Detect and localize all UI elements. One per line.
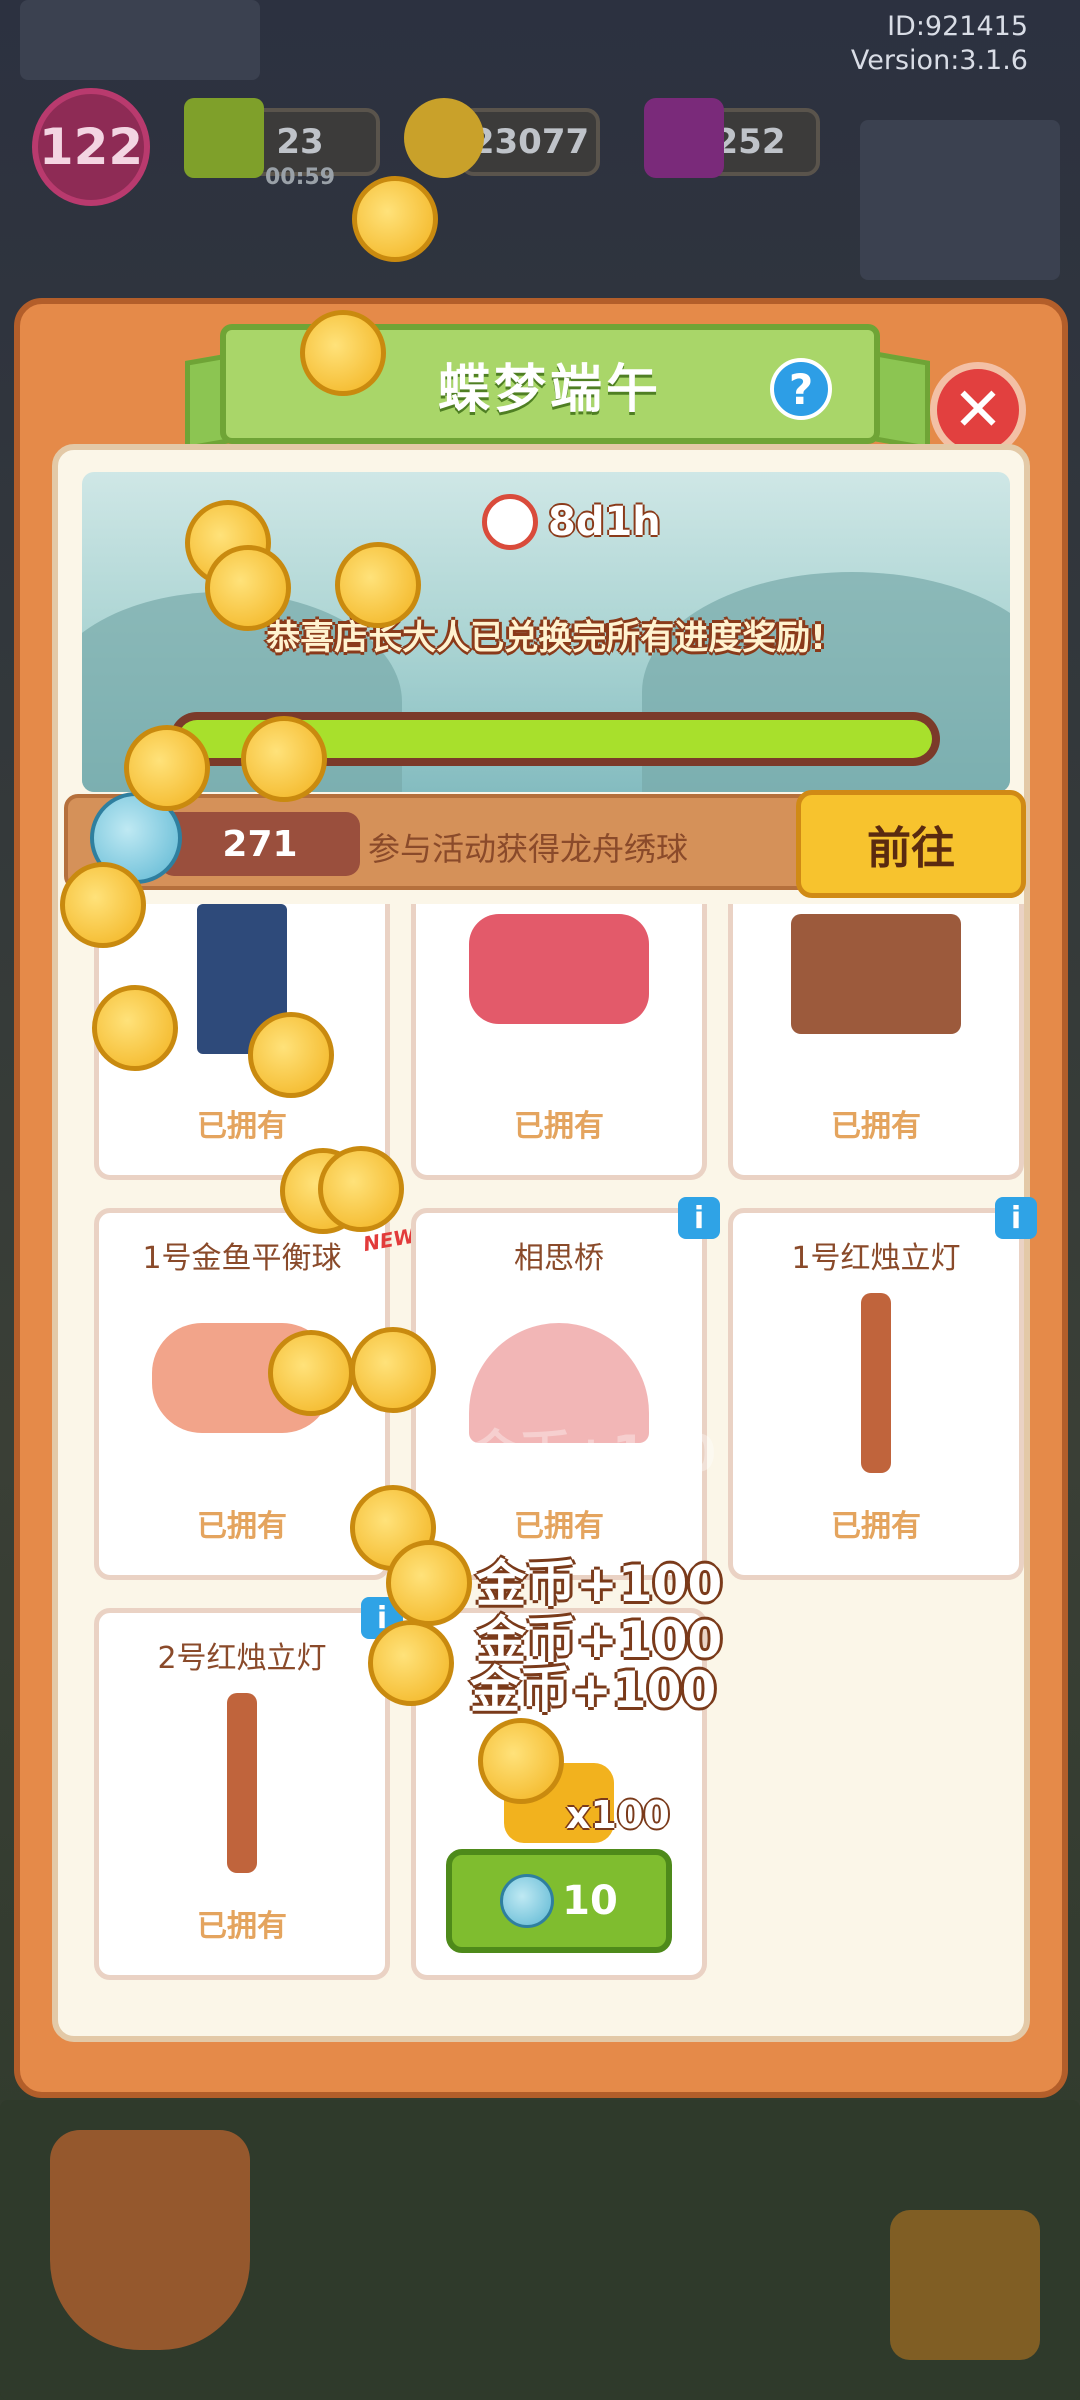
energy-timer: 00:59 [264,165,336,190]
coin-value: 23077 [470,122,590,162]
coin-icon [124,725,210,811]
buy-button[interactable]: 10 [446,1849,672,1953]
version: Version:3.1.6 [850,45,1028,76]
owned-label: 已拥有 [197,1509,287,1544]
coin-icon [478,1718,564,1804]
currency-hint: 参与活动获得龙舟绣球 [368,830,689,868]
coin-gain-text: 金币+100 [470,1661,717,1719]
energy-boost-button[interactable] [50,2130,250,2350]
owned-label: 已拥有 [197,1909,287,1944]
gem-icon [644,98,724,178]
coin-icon [268,1330,354,1416]
coin-icon [248,1012,334,1098]
coin-icon [205,545,291,631]
item-name: 2号红烛立灯 [157,1641,327,1676]
chat-button[interactable] [890,2210,1040,2360]
energy-counter[interactable]: 23 00:59 [184,98,380,190]
ball-count: 271 [160,812,360,876]
owned-label: 已拥有 [514,1509,604,1544]
coin-icon [318,1146,404,1232]
info-icon[interactable]: i [995,1197,1037,1239]
item-name: 1号红烛立灯 [791,1241,961,1276]
info-icon[interactable]: i [678,1197,720,1239]
reward-card[interactable]: 已拥有 [411,904,707,1180]
coin-icon [300,310,386,396]
event-timer: 8d1h [482,494,671,550]
coin-icon [368,1620,454,1706]
reward-card[interactable]: 相思桥 i 已拥有 [411,1197,720,1580]
coin-icon [241,716,327,802]
owned-label: 已拥有 [197,1109,287,1144]
item-name: 相思桥 [514,1241,604,1276]
coin-icon [335,542,421,628]
coin-amount: x100 [566,1793,670,1837]
currency-bar: 271 参与活动获得龙舟绣球 前往 [64,790,1026,898]
energy-value: 23 [276,122,324,162]
dragon-boat-art [469,914,649,1024]
coin-icon [386,1540,472,1626]
owned-label: 已拥有 [831,1509,921,1544]
coin-icon [404,98,484,178]
candle-lamp-art [227,1693,257,1873]
coin-icon [352,176,438,262]
build-info: ID:921415 Version:3.1.6 [851,10,1028,78]
resource-hud: 122 23 00:59 23077 252 [20,88,1060,206]
coin-gain-text: 金币+100 [470,1425,717,1483]
gem-counter[interactable]: 252 [644,98,820,178]
reward-card[interactable]: 2号红烛立灯 i 已拥有 [94,1597,403,1980]
coin-counter[interactable]: 23077 [404,98,600,178]
item-name: 1号金鱼平衡球 [142,1241,342,1276]
buy-price: 10 [562,1878,618,1924]
owned-label: 已拥有 [514,1109,604,1144]
embroidered-ball-icon [500,1874,555,1928]
coin-icon [60,862,146,948]
user-id: ID:921415 [887,11,1028,42]
go-button[interactable]: 前往 [796,790,1026,898]
gem-value: 252 [714,122,786,162]
clock-icon [482,494,538,550]
level-badge[interactable]: 122 [32,88,150,206]
owned-label: 已拥有 [831,1109,921,1144]
candle-lamp-art [861,1293,891,1473]
reward-card[interactable]: 1号红烛立灯 i 已拥有 [728,1197,1037,1580]
reward-card[interactable]: 已拥有 [728,904,1024,1180]
tea-table-art [791,914,961,1034]
event-title: 蝶梦端午 [437,359,662,420]
help-button[interactable]: ? [770,358,832,420]
timer-text: 8d1h [548,499,661,545]
coin-icon [92,985,178,1071]
building [20,0,260,80]
event-panel: 蝶梦端午 ? ✕ 8d1h 恭喜店长大人已兑换完所有进度奖励! 271 参与活动… [14,298,1068,2098]
coin-icon [350,1327,436,1413]
